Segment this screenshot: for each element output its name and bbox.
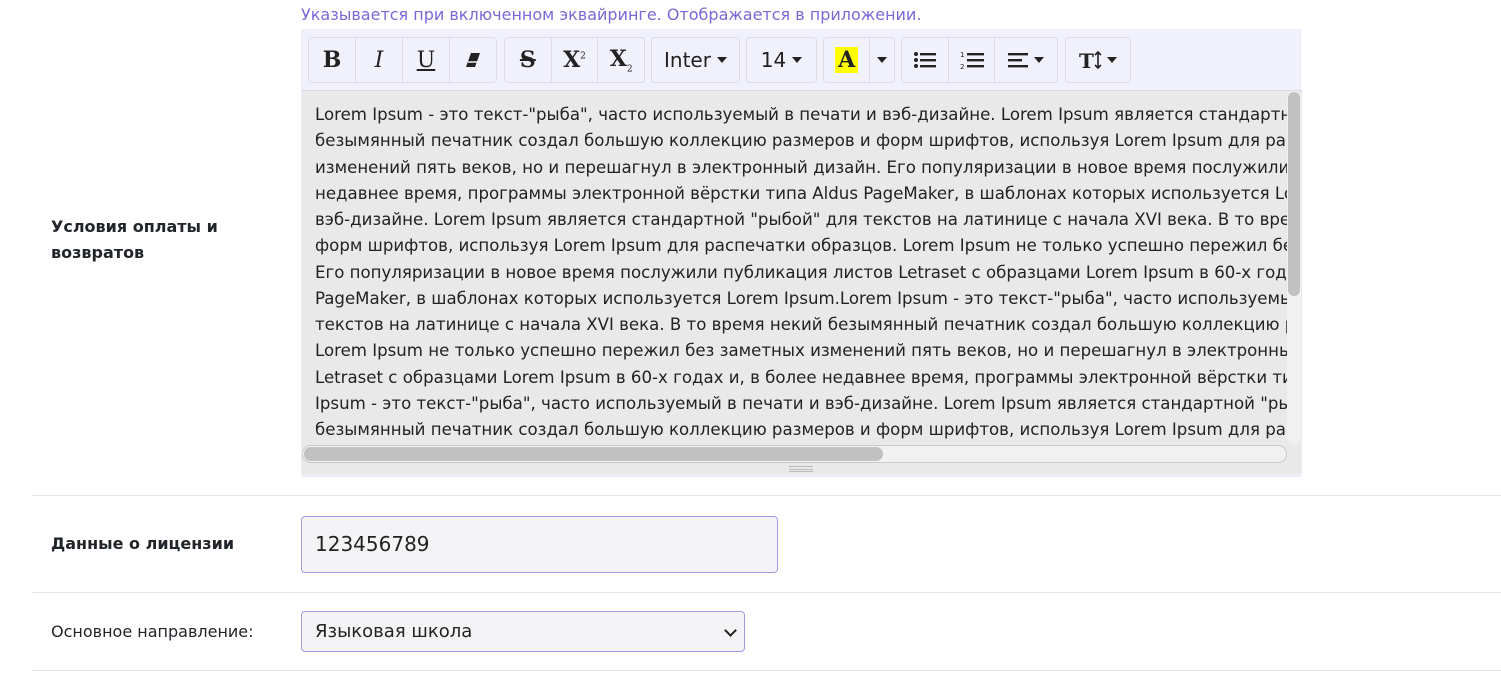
chevron-down-icon	[877, 57, 888, 63]
editor-text-line: вэб-дизайне. Lorem Ipsum является станда…	[315, 210, 1287, 229]
font-size-dropdown[interactable]: 14	[746, 37, 817, 83]
editor-text[interactable]: Lorem Ipsum - это текст-"рыба", часто ис…	[315, 102, 1287, 447]
svg-text:1: 1	[960, 51, 964, 59]
horizontal-scrollbar-thumb[interactable]	[304, 447, 883, 461]
style-button-group: B I U	[308, 37, 497, 83]
acquiring-hint: Указывается при включенном эквайринге. О…	[301, 5, 922, 24]
editor-text-line: форм шрифтов, используя Lorem Ipsum для …	[315, 236, 1287, 256]
ordered-list-button[interactable]: 1 2	[949, 38, 996, 82]
editor-text-line: Lorem Ipsum - это текст-"рыба", часто ис…	[315, 105, 1287, 124]
align-dropdown[interactable]	[995, 38, 1057, 82]
row-divider	[32, 670, 1501, 671]
chevron-down-icon	[724, 624, 737, 637]
editor-text-line: безымянный печатник создал большую колле…	[315, 131, 1287, 151]
editor-text-line: изменений пять веков, но и перешагнул в …	[315, 157, 1287, 177]
superscript-button[interactable]: X2	[552, 38, 599, 82]
chevron-down-icon	[1034, 57, 1045, 63]
svg-text:T: T	[1079, 49, 1094, 71]
highlight-color-button[interactable]: A	[824, 38, 871, 82]
strikethrough-button[interactable]: S	[505, 38, 552, 82]
license-input[interactable]: 123456789	[301, 516, 778, 573]
subscript-button[interactable]: X2	[598, 38, 644, 82]
numbered-list-icon: 1 2	[960, 51, 984, 70]
license-label: Данные о лицензии	[51, 534, 235, 553]
svg-text:2: 2	[960, 63, 964, 70]
vertical-scrollbar[interactable]	[1287, 91, 1301, 444]
line-height-dropdown[interactable]: T	[1066, 38, 1130, 82]
main-direction-select[interactable]: Языковая школа	[301, 611, 745, 652]
line-height-icon: T	[1079, 49, 1102, 71]
editor-text-line: недавнее время, программы электронной вё…	[315, 183, 1287, 203]
vertical-scrollbar-thumb[interactable]	[1288, 92, 1300, 296]
editor-text-line: Letraset с образцами Lorem Ipsum в 60-х …	[315, 367, 1287, 387]
align-left-icon	[1008, 53, 1029, 68]
eraser-icon	[466, 53, 480, 67]
editor-text-line: текстов на латинице с начала XVI века. В…	[315, 315, 1287, 334]
script-button-group: S X2 X2	[504, 37, 645, 83]
editor-text-line: безымянный печатник создал большую колле…	[315, 420, 1287, 439]
font-family-toggle[interactable]: Inter	[652, 38, 739, 82]
payment-terms-label: Условия оплаты и возвратов	[51, 217, 218, 262]
row-divider	[32, 495, 1501, 496]
unordered-list-button[interactable]	[902, 38, 949, 82]
font-size-value: 14	[760, 48, 787, 72]
bullet-list-icon	[913, 52, 936, 68]
editor-text-line: Его популяризации в новое время послужил…	[315, 262, 1287, 282]
font-size-toggle[interactable]: 14	[747, 38, 816, 82]
highlight-color-dropdown[interactable]	[870, 38, 894, 82]
bold-button[interactable]: B	[309, 38, 356, 82]
clear-format-button[interactable]	[450, 38, 496, 82]
italic-button[interactable]: I	[356, 38, 403, 82]
main-direction-label: Основное направление:	[51, 622, 254, 641]
editor-content-area[interactable]: Lorem Ipsum - это текст-"рыба", часто ис…	[302, 90, 1302, 474]
highlight-color-group: A	[823, 37, 895, 83]
main-direction-value: Языковая школа	[315, 621, 473, 642]
font-family-dropdown[interactable]: Inter	[651, 37, 740, 83]
chevron-down-icon	[792, 57, 803, 63]
horizontal-scrollbar[interactable]	[302, 445, 1287, 463]
font-family-value: Inter	[664, 48, 711, 72]
chevron-down-icon	[1107, 57, 1117, 63]
editor-text-line: Lorem Ipsum не только успешно пережил бе…	[315, 341, 1287, 361]
editor-text-line: Ipsum - это текст-"рыба", часто использу…	[315, 393, 1287, 413]
chevron-down-icon	[716, 57, 727, 63]
highlight-icon: A	[835, 47, 859, 73]
underline-button[interactable]: U	[403, 38, 450, 82]
paragraph-button-group: 1 2	[901, 37, 1058, 83]
rich-text-editor: B I U S X2 X2 Inter 14 A 1 2 T Lorem Ips…	[301, 29, 1302, 477]
editor-resize-handle[interactable]	[789, 466, 813, 472]
editor-text-line: PageMaker, в шаблонах которых использует…	[315, 288, 1287, 308]
row-divider	[32, 592, 1501, 593]
line-height-group: T	[1065, 37, 1131, 83]
